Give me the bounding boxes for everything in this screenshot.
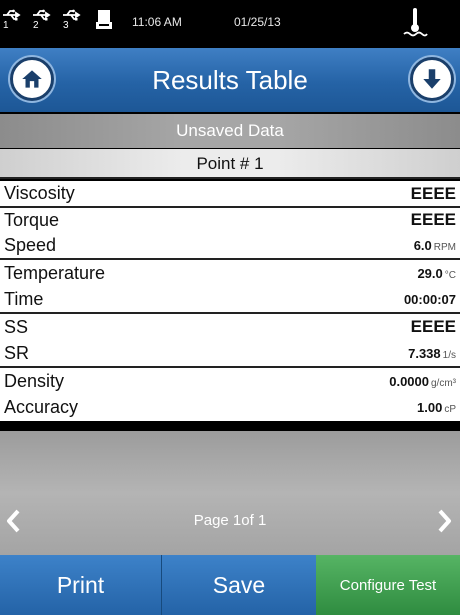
row-label: Temperature [4, 262, 106, 283]
point-label: Point # 1 [196, 154, 264, 173]
usb-icon: 2 [32, 8, 52, 34]
table-row: Speed 6.0 RPM [0, 232, 460, 258]
table-row: Density 0.0000 g/cm³ [0, 366, 460, 394]
configure-test-button[interactable]: Configure Test [316, 555, 460, 615]
status-time: 11:06 AM [132, 15, 182, 29]
chevron-right-icon [438, 509, 451, 533]
status-bar: 1 2 3 11:06 AM 01/25/13 [0, 0, 460, 48]
row-value: 6.0 [413, 237, 432, 253]
row-unit: °C [444, 269, 456, 281]
row-label: Viscosity [4, 183, 75, 203]
printer-icon [96, 9, 112, 31]
row-value: EEEE [410, 183, 456, 203]
row-label: Time [4, 288, 44, 309]
row-unit: cP [444, 404, 456, 415]
row-label: Accuracy [4, 397, 79, 417]
row-value: EEEE [410, 210, 456, 229]
status-date: 01/25/13 [234, 15, 281, 29]
usb-port-number: 1 [3, 20, 9, 31]
results-table: Viscosity EEEE Torque EEEE Speed 6.0 RPM … [0, 181, 460, 421]
usb-icon: 1 [2, 8, 22, 34]
print-button[interactable]: Print [0, 555, 162, 615]
row-label: Torque [4, 209, 60, 230]
arrow-down-icon [423, 69, 441, 89]
row-label: SR [4, 342, 30, 363]
next-page-button[interactable] [438, 509, 452, 533]
row-value: 00:00:07 [403, 291, 456, 307]
page-title: Results Table [152, 65, 308, 95]
row-unit: RPM [433, 241, 456, 253]
table-row: Viscosity EEEE [0, 181, 460, 206]
table-row: SR 7.338 1/s [0, 340, 460, 366]
table-row: Temperature 29.0 °C [0, 258, 460, 286]
row-value: 0.0000 [389, 373, 429, 389]
row-value: 29.0 [417, 265, 443, 281]
row-value: 7.338 [408, 345, 441, 361]
save-button[interactable]: Save [162, 555, 316, 615]
usb-icon: 3 [62, 8, 82, 34]
row-unit: 1/s [442, 349, 456, 361]
home-button[interactable] [10, 57, 54, 101]
row-label: Speed [4, 234, 57, 255]
pager: Page 1of 1 [0, 431, 460, 555]
usb-port-number: 2 [33, 20, 39, 31]
action-bar: Print Save Configure Test [0, 555, 460, 615]
table-row: Time 00:00:07 [0, 286, 460, 312]
row-label: Density [4, 370, 65, 391]
table-row: Accuracy 1.00 cP [0, 394, 460, 421]
usb-port-number: 3 [63, 20, 69, 31]
down-button[interactable] [410, 57, 454, 101]
table-row: SS EEEE [0, 312, 460, 340]
row-label: SS [4, 316, 29, 337]
page-indicator: Page 1of 1 [193, 512, 267, 529]
point-header: Point # 1 [0, 149, 460, 179]
title-bar: Results Table [0, 48, 460, 112]
unsaved-data-label: Unsaved Data [176, 121, 284, 140]
row-unit: g/cm³ [431, 377, 456, 389]
table-row: Torque EEEE [0, 206, 460, 232]
unsaved-data-banner: Unsaved Data [0, 114, 460, 148]
row-value: 1.00 [417, 400, 443, 415]
row-value: EEEE [410, 317, 456, 336]
temperature-bath-icon [402, 6, 428, 38]
home-icon [22, 70, 42, 88]
